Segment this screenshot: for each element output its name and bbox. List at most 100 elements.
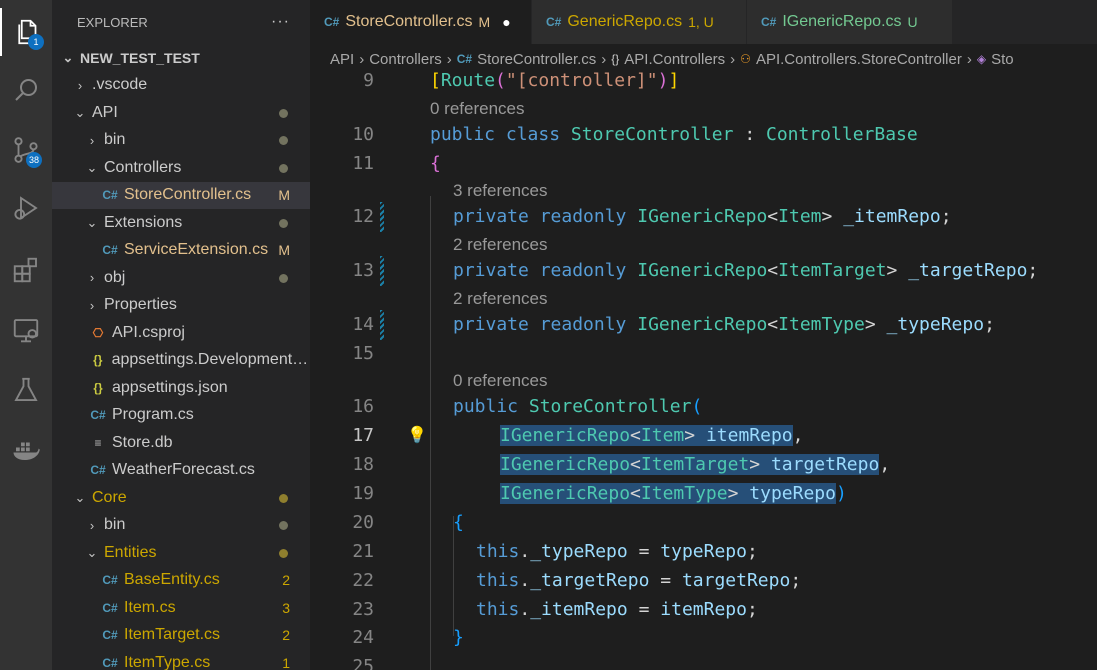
line-number: 12 (352, 206, 374, 227)
code-line: 21 this._typeRepo = typeRepo; (310, 537, 1097, 566)
codelens[interactable]: 2 references (310, 285, 1097, 312)
tab-storecontroller[interactable]: C# StoreController.cs M ● (310, 0, 532, 44)
breadcrumb-item[interactable]: Controllers (369, 51, 442, 68)
bracket: ) (657, 70, 669, 91)
codelens-text[interactable]: 3 references (453, 177, 548, 204)
tree-item[interactable]: C# Program.cs (52, 402, 310, 430)
tree-item[interactable]: ⎔ API.csproj (52, 319, 310, 347)
tree-item[interactable]: › obj (52, 264, 310, 292)
codelens[interactable]: 0 references (310, 367, 1097, 394)
breadcrumb-item[interactable]: API.Controllers.StoreController (756, 51, 962, 68)
modified-dot-icon (279, 273, 288, 283)
punctuation: : (744, 124, 756, 145)
csharp-file-icon: C# (90, 408, 106, 423)
keyword: private (453, 206, 529, 227)
workspace-root-label: NEW_TEST_TEST (80, 49, 200, 66)
line-number: 19 (352, 483, 374, 504)
chevron-down-icon: ⌄ (74, 489, 86, 505)
codelens-text[interactable]: 2 references (453, 231, 548, 258)
csharp-file-icon: C# (546, 15, 562, 29)
code-text: IGenericRepo<ItemType> typeRepo) (500, 479, 847, 508)
tree-item[interactable]: C# ItemTarget.cs 2 (52, 622, 310, 650)
tree-item[interactable]: ⌄ Extensions (52, 209, 310, 237)
modified-dot-icon (279, 108, 288, 118)
workspace-root[interactable]: ⌄ NEW_TEST_TEST (52, 44, 310, 72)
code-text: this._typeRepo = typeRepo; (476, 541, 758, 562)
line-number: 22 (352, 570, 374, 591)
tree-item[interactable]: ≡ Store.db (52, 429, 310, 457)
explorer-title: EXPLORER (77, 14, 148, 30)
tree-item[interactable]: {} appsettings.json (52, 374, 310, 402)
editor-tabs: C# StoreController.cs M ● C# GenericRepo… (310, 0, 1097, 44)
explorer-sidebar: EXPLORER ··· ⌄ NEW_TEST_TEST › .vscode ⌄ AP… (52, 0, 310, 670)
code-text: { (430, 153, 441, 174)
tree-item[interactable]: › .vscode (52, 72, 310, 100)
codelens-text[interactable]: 2 references (453, 285, 548, 312)
lightbulb-icon[interactable]: 💡 (407, 425, 427, 444)
git-status-badge: 2 (282, 572, 290, 589)
dirty-dot-icon[interactable]: ● (502, 14, 510, 30)
breadcrumb-item[interactable]: API (330, 51, 354, 68)
codelens[interactable]: 2 references (310, 231, 1097, 258)
csharp-file-icon: C# (102, 600, 118, 615)
code-text: IGenericRepo<Item> itemRepo, (500, 425, 804, 446)
tree-item[interactable]: C# StoreController.cs M (52, 181, 310, 209)
tree-item[interactable]: ⌄ Entities (52, 539, 310, 567)
chevron-right-icon: › (89, 132, 95, 148)
tree-item[interactable]: › bin (52, 512, 310, 540)
code-line: 12 private readonly IGenericRepo<Item> _… (310, 202, 1097, 231)
codelens[interactable]: 3 references (310, 177, 1097, 204)
tree-item[interactable]: {} appsettings.Development.j... (52, 347, 310, 375)
file-tree: › .vscode ⌄ API › bin ⌄ Controllers C# StoreContr… (52, 72, 310, 670)
breadcrumb-item[interactable]: API.Controllers (624, 51, 725, 68)
search-activity-button[interactable] (0, 66, 52, 114)
tree-item[interactable]: ⌄ Controllers (52, 154, 310, 182)
tree-item[interactable]: › Properties (52, 292, 310, 320)
git-status-badge: M (278, 242, 290, 259)
type-name: IGenericRepo (500, 483, 631, 504)
codelens[interactable]: 0 references (310, 95, 1097, 122)
code-text: private readonly IGenericRepo<Item> _ite… (453, 206, 952, 227)
tab-label: GenericRepo.cs (567, 13, 683, 30)
docker-icon (13, 442, 40, 460)
tree-item[interactable]: ⌄ API (52, 99, 310, 127)
code-text: } (453, 627, 464, 648)
docker-activity-button[interactable] (0, 426, 52, 474)
run-debug-activity-button[interactable] (0, 184, 52, 232)
line-number: 24 (352, 627, 374, 648)
source-control-activity-button[interactable]: 38 (0, 126, 52, 174)
tree-item[interactable]: › bin (52, 127, 310, 155)
codelens-text[interactable]: 0 references (453, 367, 548, 394)
breadcrumb-item[interactable]: StoreController.cs (477, 51, 596, 68)
tree-item[interactable]: C# ServiceExtension.cs M (52, 237, 310, 265)
csharp-file-icon: C# (761, 15, 777, 29)
chevron-right-icon: › (89, 517, 95, 533)
tree-item[interactable]: C# ItemType.cs 1 (52, 649, 310, 670)
explorer-activity-button[interactable]: 1 (0, 8, 54, 56)
tree-item[interactable]: C# WeatherForecast.cs (52, 457, 310, 485)
bracket: [ (430, 70, 441, 91)
tree-item[interactable]: C# BaseEntity.cs 2 (52, 567, 310, 595)
tree-item-label: ServiceExtension.cs (124, 241, 269, 259)
code-text: IGenericRepo<ItemTarget> targetRepo, (500, 454, 891, 475)
remote-explorer-activity-button[interactable] (0, 306, 52, 354)
tree-item-label: ItemType.cs (124, 653, 211, 670)
extensions-activity-button[interactable] (0, 246, 52, 294)
tree-item[interactable]: ⌄ Core (52, 484, 310, 512)
code-line: 20 { (310, 508, 1097, 537)
keyword: this (476, 541, 520, 562)
tree-item[interactable]: C# Item.cs 3 (52, 594, 310, 622)
code-editor[interactable]: 9 [Route("[controller]")] 0 references 1… (310, 66, 1097, 670)
breadcrumb-item[interactable]: Sto (991, 51, 1014, 68)
codelens-text[interactable]: 0 references (430, 95, 525, 122)
tab-genericrepo[interactable]: C# GenericRepo.cs 1, U (532, 0, 747, 44)
tab-label: IGenericRepo.cs (782, 13, 902, 30)
testing-activity-button[interactable] (0, 366, 52, 414)
more-actions-icon[interactable]: ··· (271, 13, 290, 31)
line-number: 11 (352, 153, 374, 174)
tab-igenericrepo[interactable]: C# IGenericRepo.cs U (747, 0, 953, 44)
tree-item-label: Properties (104, 296, 177, 314)
csharp-file-icon: C# (456, 52, 473, 66)
variable: _itemRepo (843, 206, 941, 227)
modified-dot-icon (279, 548, 288, 558)
